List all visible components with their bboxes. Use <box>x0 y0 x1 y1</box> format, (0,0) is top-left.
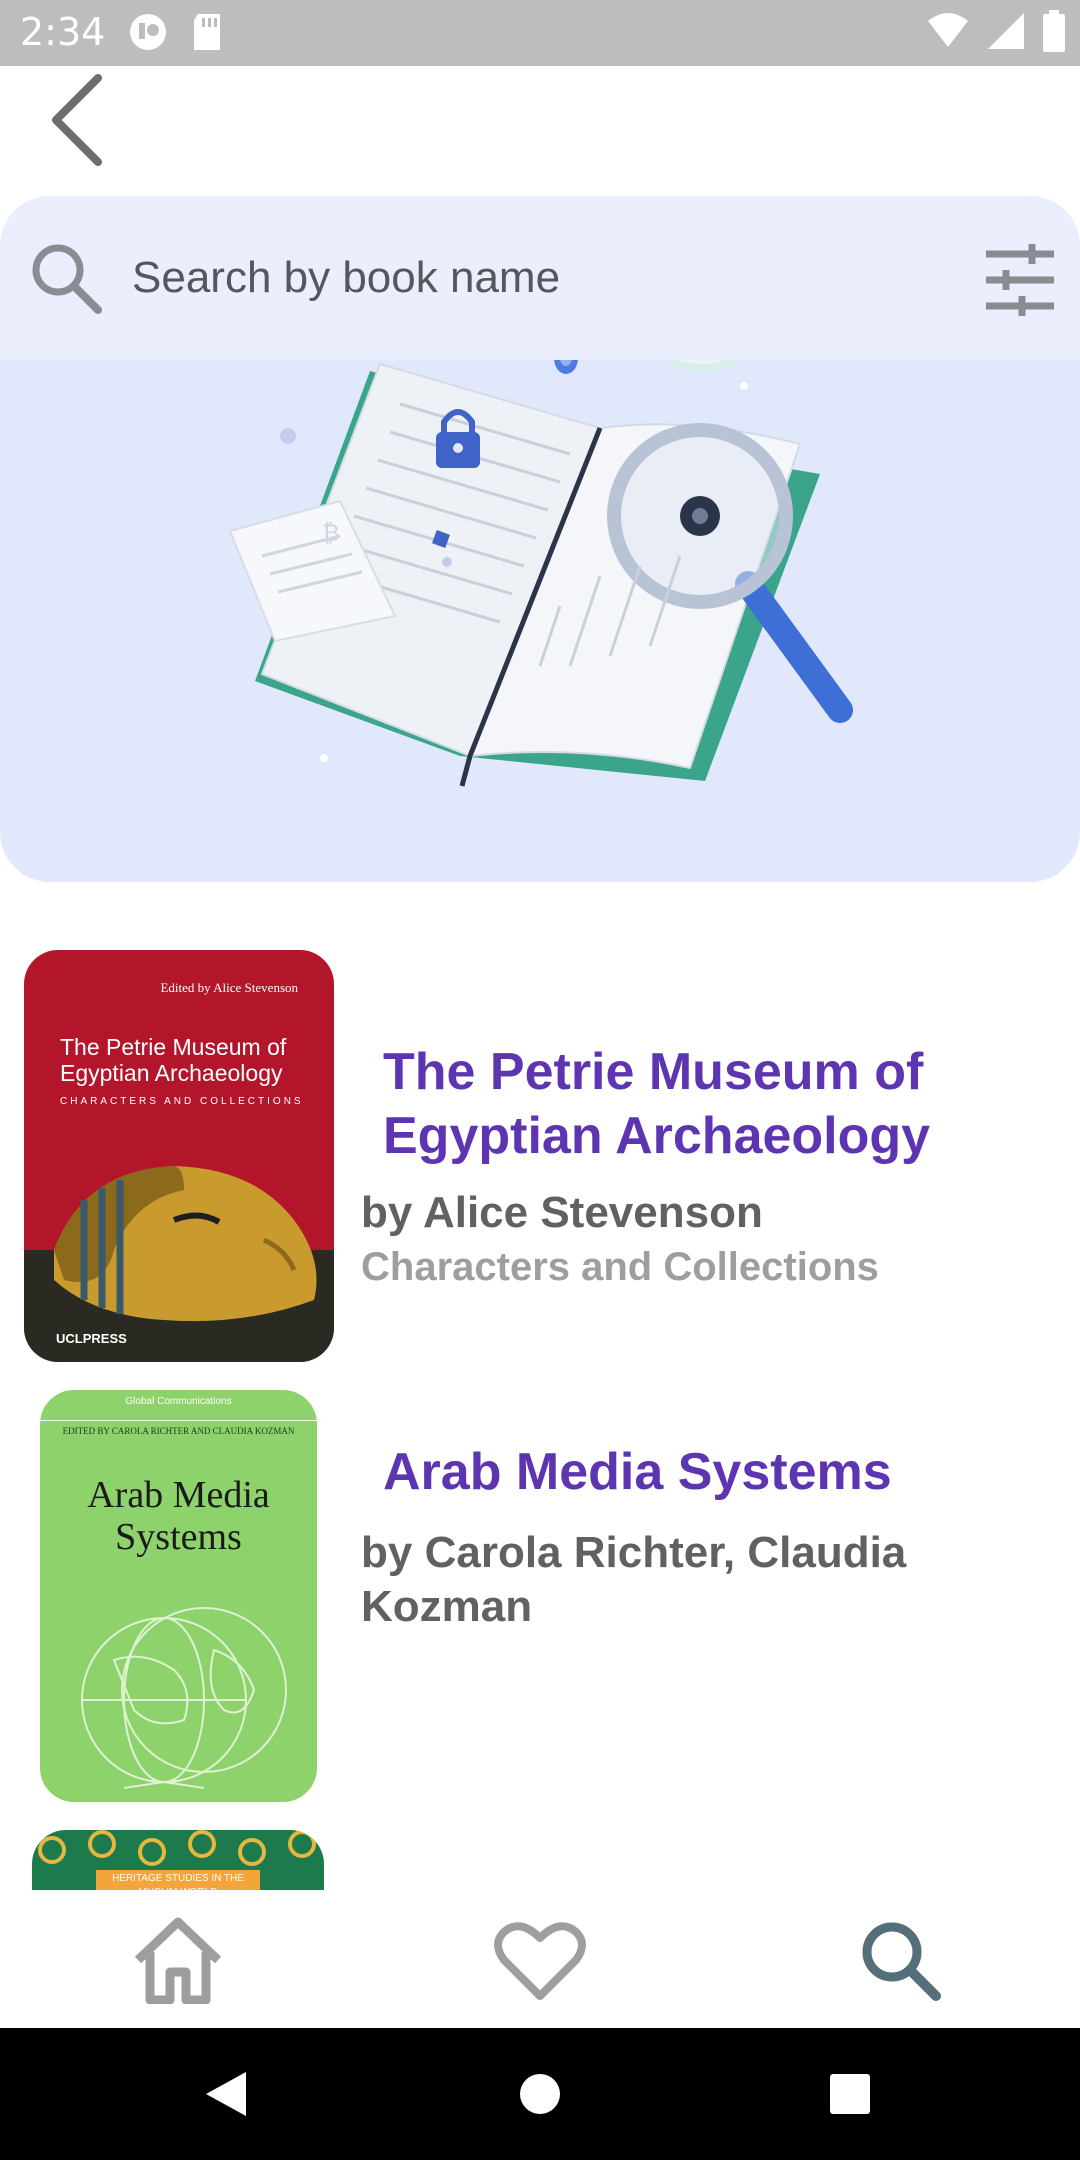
back-button[interactable] <box>36 70 116 170</box>
cover-title: Arab Media Systems <box>87 1474 270 1558</box>
system-recents-button[interactable] <box>820 2064 880 2124</box>
cover-subtitle: CHARACTERS AND COLLECTIONS <box>60 1096 304 1107</box>
nav-search[interactable] <box>850 1910 950 2010</box>
search-bar <box>0 196 1080 360</box>
system-back-button[interactable] <box>196 2064 256 2124</box>
search-input[interactable] <box>132 246 912 310</box>
cover-series-band: HERITAGE STUDIES IN THE MUSLIM WORLD <box>96 1870 260 1890</box>
search-icon <box>862 1922 941 2001</box>
cover-publisher: UCLPRESS <box>56 1331 127 1346</box>
chevron-left-icon <box>52 74 102 166</box>
triangle-back-icon <box>206 2072 246 2116</box>
notification-badge-icon <box>128 12 168 57</box>
golden-mask-image <box>24 1166 334 1362</box>
cover-editor-text: Edited by Alice Stevenson <box>160 980 298 995</box>
bottom-navigation <box>0 1890 1080 2028</box>
cover-title: The Petrie Museum of Egyptian Archaeolog… <box>60 1034 287 1086</box>
book-title: The Petrie Museum of Egyptian Archaeolog… <box>383 1043 931 1165</box>
system-home-button[interactable] <box>510 2064 570 2124</box>
book-list-item[interactable]: Edited by Alice Stevenson The Petrie Mus… <box>0 930 1080 1362</box>
book-cover: HERITAGE STUDIES IN THE MUSLIM WORLD <box>32 1830 324 1890</box>
cover-divider <box>40 1420 317 1421</box>
status-bar: 2:34 <box>0 0 1080 66</box>
book-subtitle: Characters and Collections <box>361 1245 879 1289</box>
book-author: by Carola Richter, Claudia Kozman <box>361 1528 907 1631</box>
book-cover: Global Communications EDITED BY CAROLA R… <box>40 1390 317 1802</box>
search-icon <box>32 244 102 314</box>
hero-banner: ₿ <box>0 196 1080 882</box>
square-recents-icon <box>830 2074 870 2114</box>
book-list: Edited by Alice Stevenson The Petrie Mus… <box>0 930 1080 1890</box>
status-time: 2:34 <box>20 10 106 54</box>
signal-icon <box>986 11 1026 56</box>
sd-card-icon <box>190 12 224 57</box>
system-navigation-bar <box>0 2028 1080 2160</box>
cover-editor-text: EDITED BY CAROLA RICHTER AND CLAUDIA KOZ… <box>62 1426 295 1436</box>
home-icon <box>134 1917 222 2004</box>
heart-icon <box>494 1922 586 2000</box>
battery-icon <box>1042 10 1066 57</box>
nav-home[interactable] <box>128 1910 228 2010</box>
wifi-icon <box>926 11 970 56</box>
circle-home-icon <box>520 2074 560 2114</box>
book-list-item[interactable]: HERITAGE STUDIES IN THE MUSLIM WORLD <box>0 1810 1080 1890</box>
svg-text:₿: ₿ <box>322 519 340 547</box>
book-list-item[interactable]: Global Communications EDITED BY CAROLA R… <box>0 1370 1080 1810</box>
book-cover: Edited by Alice Stevenson The Petrie Mus… <box>24 950 334 1362</box>
cover-series: Global Communications <box>125 1396 232 1407</box>
nav-favorites[interactable] <box>490 1910 590 2010</box>
book-author: by Alice Stevenson <box>361 1188 763 1237</box>
book-title: Arab Media Systems <box>383 1443 892 1501</box>
tune-icon[interactable] <box>980 240 1060 320</box>
globe-illustration <box>81 1607 287 1789</box>
